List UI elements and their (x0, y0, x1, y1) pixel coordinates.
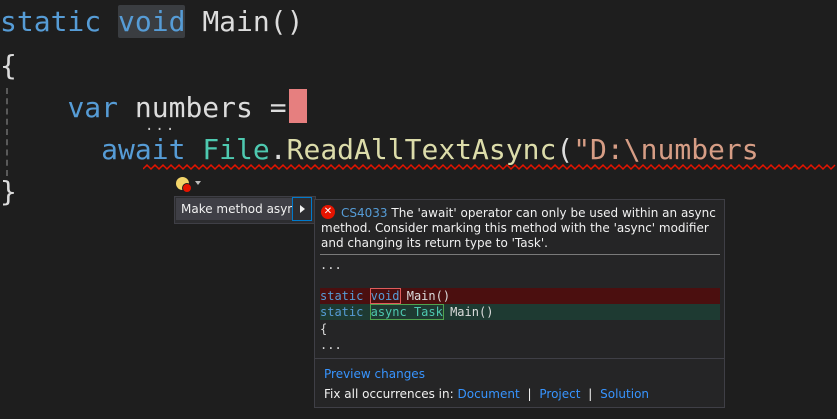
preview-changes-link[interactable]: Preview changes (324, 367, 425, 381)
fix-preview-panel: ✕ CS4033 The 'await' operator can only b… (314, 199, 725, 408)
error-code-link[interactable]: CS4033 (341, 206, 388, 220)
method-readalltextasync: ReadAllTextAsync (286, 133, 557, 166)
diff-removed-line: static void Main() (320, 288, 720, 304)
keyword-await: await (101, 133, 186, 166)
code-line-1: static void Main() (0, 2, 303, 42)
error-message: CS4033 The 'await' operator can only be … (321, 206, 717, 251)
error-squiggle (143, 163, 836, 171)
string-literal: "D:\numbers (573, 133, 759, 166)
diff-keyword-static: static (320, 289, 364, 303)
chevron-down-icon (195, 181, 201, 185)
lightbulb-error-icon (176, 176, 192, 193)
diff-top-ellipsis: ... (320, 258, 342, 272)
quick-actions-lightbulb[interactable] (176, 174, 204, 193)
text-caret (288, 89, 307, 123)
quick-actions-menu: Make method async (174, 196, 316, 224)
keyword-static: static (0, 5, 102, 38)
keyword-var: var (67, 91, 119, 124)
diff-added-line: static async Task Main() (320, 304, 720, 320)
submenu-arrow-button[interactable] (292, 197, 312, 221)
close-brace: } (0, 175, 17, 208)
scope-separator: | (588, 387, 593, 401)
diff-added-async-task: async Task (369, 304, 444, 320)
diff-bottom-ellipsis: ... (320, 338, 342, 352)
fix-all-document-link[interactable]: Document (458, 387, 520, 401)
scope-separator: | (527, 387, 532, 401)
preview-changes-row: Preview changes (324, 367, 425, 381)
diff-brace: { (320, 322, 328, 336)
preview-separator (320, 254, 720, 255)
fix-all-label: Fix all occurrences in: (324, 387, 454, 401)
chevron-right-icon (299, 205, 305, 213)
keyword-void: void (118, 5, 186, 38)
diff-removed-void: void (369, 288, 401, 304)
preview-footer-separator (315, 358, 724, 359)
open-paren: ( (556, 133, 574, 166)
assign-operator: = (269, 91, 287, 124)
menu-item-make-method-async[interactable]: Make method async (176, 198, 302, 220)
method-name: Main() (202, 5, 304, 38)
open-brace: { (0, 49, 17, 82)
fix-all-solution-link[interactable]: Solution (600, 387, 649, 401)
fix-all-row: Fix all occurrences in: Document | Proje… (324, 387, 649, 401)
code-line-2: { (0, 46, 17, 86)
fix-all-project-link[interactable]: Project (539, 387, 580, 401)
dot-operator: . (269, 133, 287, 166)
code-line-5: } (0, 172, 17, 212)
type-file: File (202, 133, 270, 166)
diff-keyword-static: static (320, 305, 364, 319)
diff-method-name: Main() (450, 305, 494, 319)
diff-method-name: Main() (406, 289, 451, 303)
